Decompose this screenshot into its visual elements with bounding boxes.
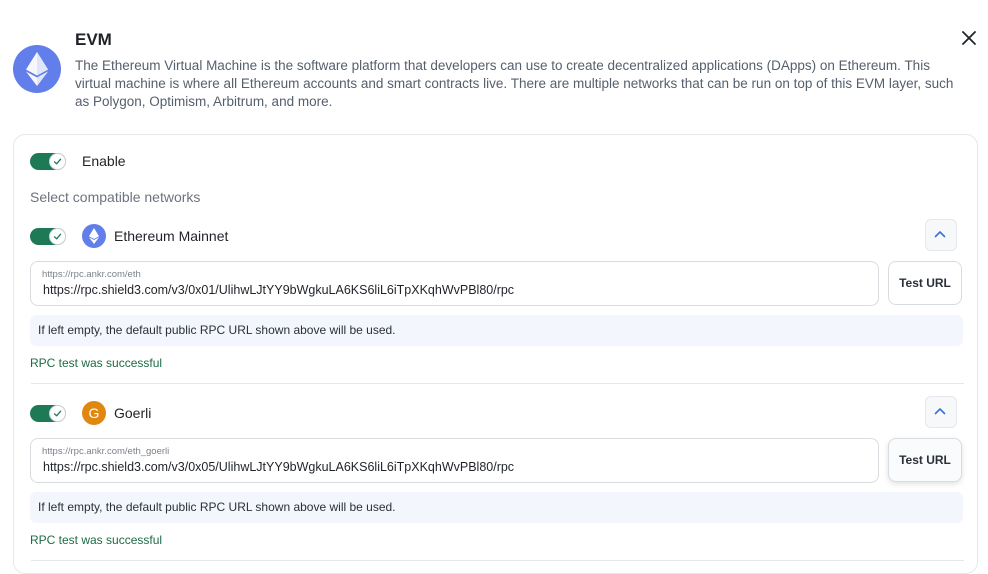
test-url-button[interactable]: Test URL (888, 261, 962, 305)
check-icon (53, 233, 62, 240)
test-url-button[interactable]: Test URL (888, 438, 962, 482)
divider (31, 560, 964, 561)
check-icon (53, 158, 62, 165)
chevron-up-icon (934, 231, 946, 238)
ethereum-icon (82, 224, 106, 248)
toggle-knob (50, 229, 65, 244)
rpc-status: RPC test was successful (30, 533, 163, 547)
rpc-url-field[interactable]: https://rpc.ankr.com/eth_goerli https://… (30, 438, 879, 483)
network-name: Ethereum Mainnet (114, 228, 229, 244)
rpc-url-value[interactable]: https://rpc.shield3.com/v3/0x01/UlihwLJt… (43, 283, 514, 297)
collapse-goerli-button[interactable] (925, 396, 957, 428)
rpc-url-value[interactable]: https://rpc.shield3.com/v3/0x05/UlihwLJt… (43, 460, 514, 474)
chain-header: EVM The Ethereum Virtual Machine is the … (13, 28, 988, 118)
rpc-url-placeholder: https://rpc.ankr.com/eth (42, 269, 141, 280)
toggle-knob (50, 154, 65, 169)
evm-logo (13, 45, 61, 93)
close-icon (962, 31, 976, 45)
network-settings-card: Enable Select compatible networks Ethere… (13, 134, 978, 574)
chevron-up-icon (934, 408, 946, 415)
rpc-url-placeholder: https://rpc.ankr.com/eth_goerli (42, 446, 170, 457)
network-name: Goerli (114, 405, 152, 421)
divider (31, 383, 964, 384)
rpc-hint: If left empty, the default public RPC UR… (30, 492, 963, 523)
rpc-hint: If left empty, the default public RPC UR… (30, 315, 963, 346)
ethereum-mainnet-toggle[interactable] (30, 228, 66, 245)
close-button[interactable] (955, 27, 983, 51)
enable-label: Enable (82, 153, 126, 169)
page-description: The Ethereum Virtual Machine is the soft… (75, 58, 954, 109)
goerli-toggle[interactable] (30, 405, 66, 422)
collapse-ethereum-mainnet-button[interactable] (925, 219, 957, 251)
networks-heading: Select compatible networks (30, 189, 201, 205)
toggle-knob (50, 406, 65, 421)
enable-toggle[interactable] (30, 153, 66, 170)
page-title: EVM (75, 30, 112, 49)
check-icon (53, 410, 62, 417)
rpc-url-field[interactable]: https://rpc.ankr.com/eth https://rpc.shi… (30, 261, 879, 306)
rpc-status: RPC test was successful (30, 356, 163, 370)
goerli-icon: G (82, 401, 106, 425)
